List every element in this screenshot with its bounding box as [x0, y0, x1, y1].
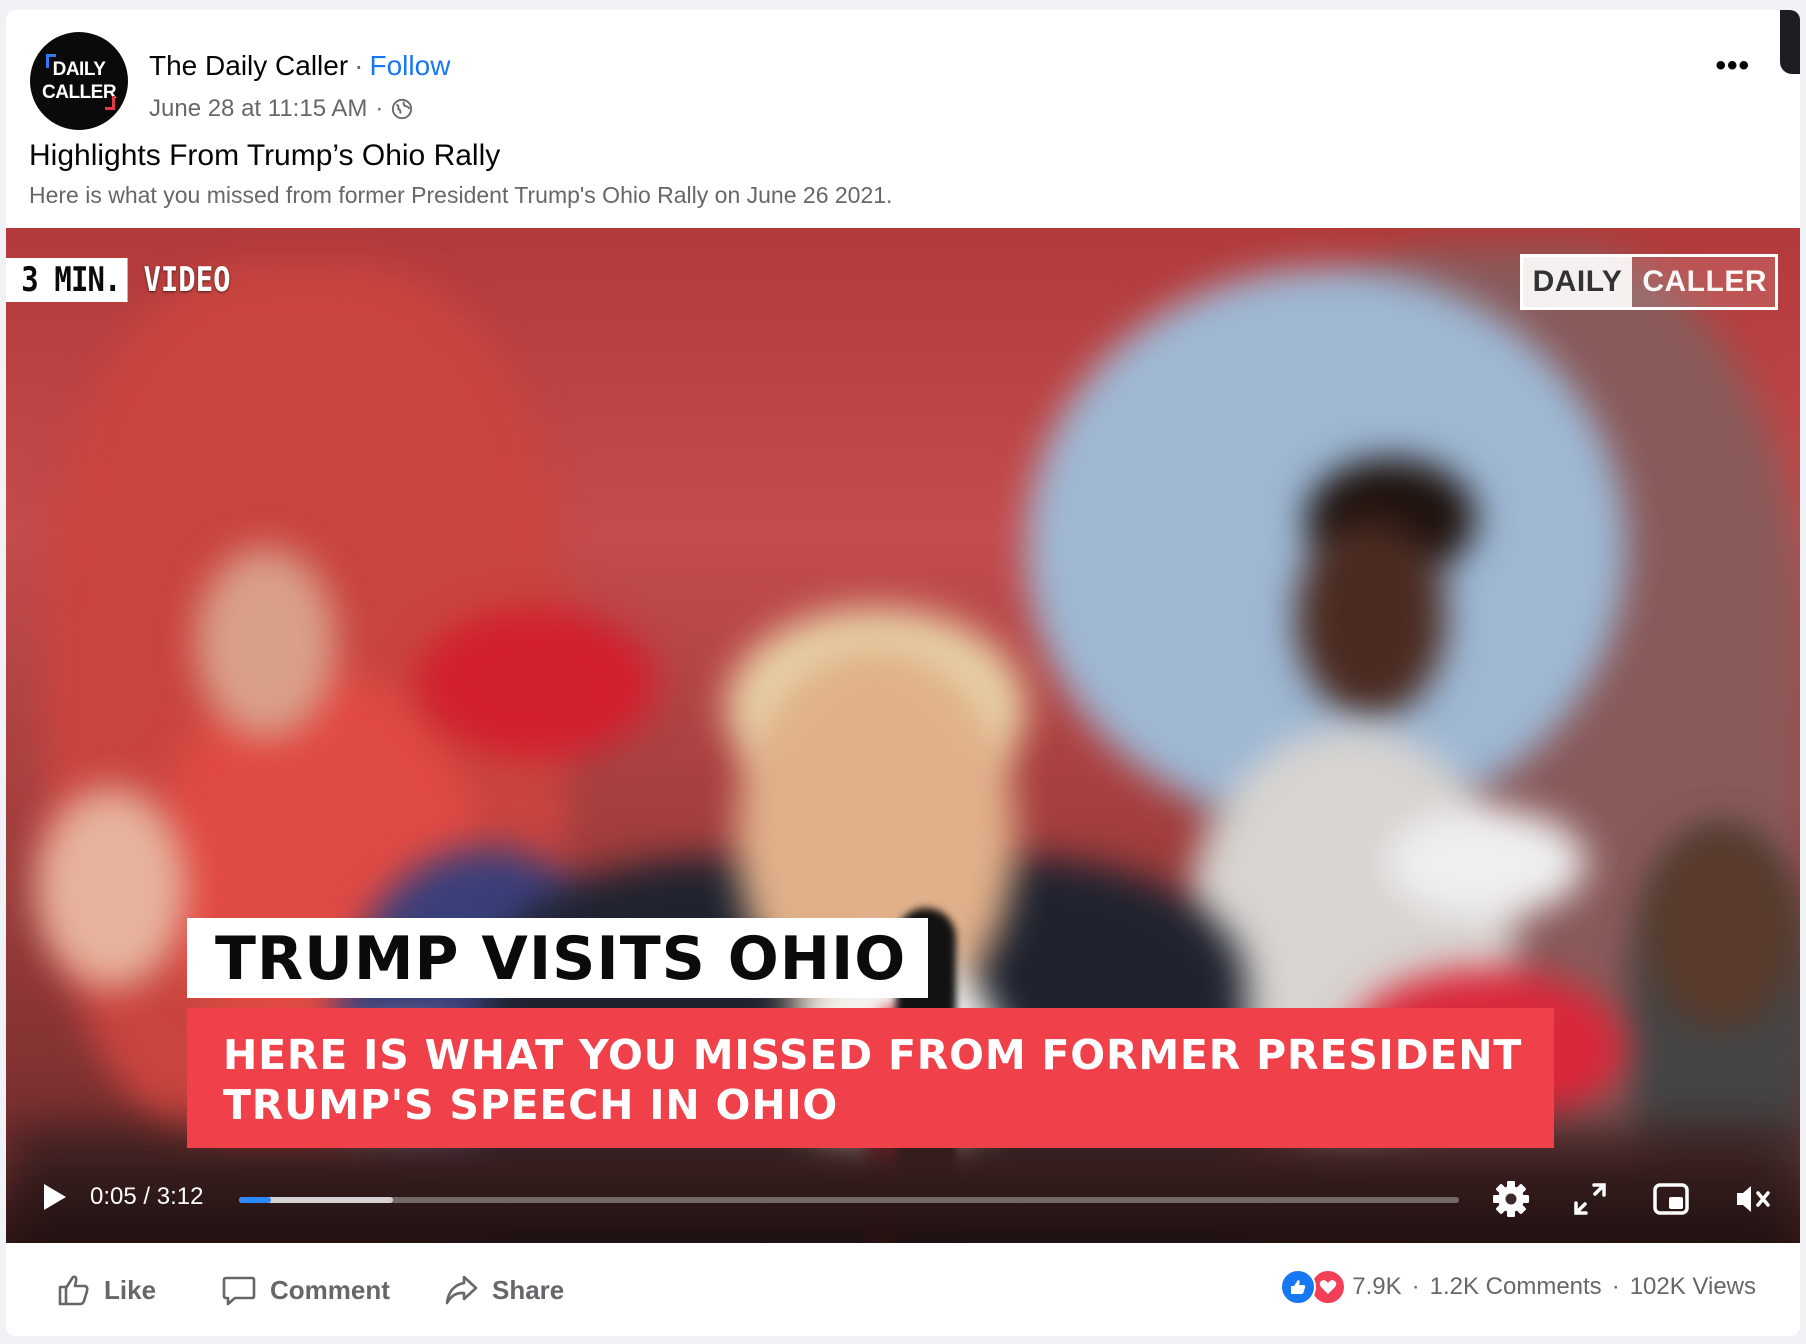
share-button[interactable]: Share	[442, 1271, 564, 1309]
meta-separator: ·	[375, 95, 384, 122]
share-arrow-icon	[445, 1275, 478, 1305]
thumbs-up-icon	[58, 1275, 89, 1306]
share-label: Share	[492, 1274, 565, 1305]
video-time: 0:05 / 3:12	[90, 1183, 203, 1211]
globe-icon[interactable]	[391, 98, 413, 120]
name-separator: ·	[354, 50, 364, 81]
comment-label: Comment	[270, 1274, 390, 1305]
comments-count[interactable]: 1.2K Comments	[1430, 1273, 1602, 1301]
progress-bar[interactable]	[239, 1197, 1459, 1203]
comment-bubble-icon	[222, 1276, 256, 1306]
stats-separator: ·	[1411, 1273, 1420, 1300]
video-player[interactable]: 3 MIN. VIDEO DAILY CALLER TRUMP VISITS O…	[6, 228, 1800, 1243]
post-action-bar: Like Comment Share 7.9K · 1.2K Comments …	[6, 1243, 1800, 1336]
fullscreen-icon[interactable]	[1568, 1177, 1612, 1221]
time-current: 0:05	[90, 1183, 137, 1210]
views-count: 102K Views	[1629, 1273, 1756, 1300]
like-label: Like	[104, 1274, 157, 1305]
post-timestamp[interactable]: June 28 at 11:15 AM	[149, 95, 367, 123]
page-avatar[interactable]: DAILY CALLER	[30, 32, 128, 130]
play-icon[interactable]	[36, 1179, 72, 1215]
picture-in-picture-icon[interactable]	[1649, 1177, 1693, 1221]
window-edge-handle	[1780, 10, 1800, 74]
page-name-line: The Daily Caller · Follow	[149, 50, 450, 82]
duration-tag-minutes: 3 MIN.	[6, 258, 128, 302]
more-options-icon[interactable]: •••	[1715, 51, 1750, 81]
volume-muted-icon[interactable]	[1731, 1177, 1775, 1221]
stats-separator: ·	[1611, 1273, 1620, 1300]
duration-tag: 3 MIN. VIDEO	[6, 258, 257, 302]
progress-played	[239, 1197, 271, 1203]
duration-tag-video: VIDEO	[143, 260, 231, 300]
daily-caller-watermark: DAILY CALLER	[1519, 254, 1778, 310]
post-card: DAILY CALLER The Daily Caller · Follow Jun…	[6, 10, 1800, 1336]
watermark-caller: CALLER	[1642, 265, 1767, 298]
video-controls: 0:05 / 3:12	[6, 1157, 1800, 1243]
like-button[interactable]: Like	[54, 1271, 156, 1309]
like-reaction-icon	[1280, 1269, 1317, 1305]
post-title: Highlights From Trump’s Ohio Rally	[29, 139, 501, 172]
time-total: 3:12	[156, 1183, 204, 1210]
logo-bracket-bottom	[105, 96, 115, 110]
reactions-count[interactable]: 7.9K	[1352, 1273, 1401, 1301]
post-description: Here is what you missed from former Pres…	[29, 182, 893, 208]
settings-icon[interactable]	[1489, 1177, 1533, 1221]
avatar-logo-text-top: DAILY	[52, 59, 106, 80]
comment-button[interactable]: Comment	[220, 1271, 390, 1309]
post-stats: 7.9K · 1.2K Comments · 102K Views	[1280, 1269, 1756, 1305]
page-name-link[interactable]: The Daily Caller	[149, 50, 348, 81]
reaction-icons[interactable]	[1280, 1269, 1347, 1305]
lower-third-title: TRUMP VISITS OHIO	[187, 918, 929, 998]
lower-third-subtitle: HERE IS WHAT YOU MISSED FROM FORMER PRES…	[187, 1008, 1554, 1148]
follow-button[interactable]: Follow	[370, 50, 451, 81]
post-meta: June 28 at 11:15 AM ·	[149, 95, 413, 123]
watermark-daily: DAILY	[1522, 257, 1633, 307]
time-separator: /	[143, 1183, 151, 1210]
